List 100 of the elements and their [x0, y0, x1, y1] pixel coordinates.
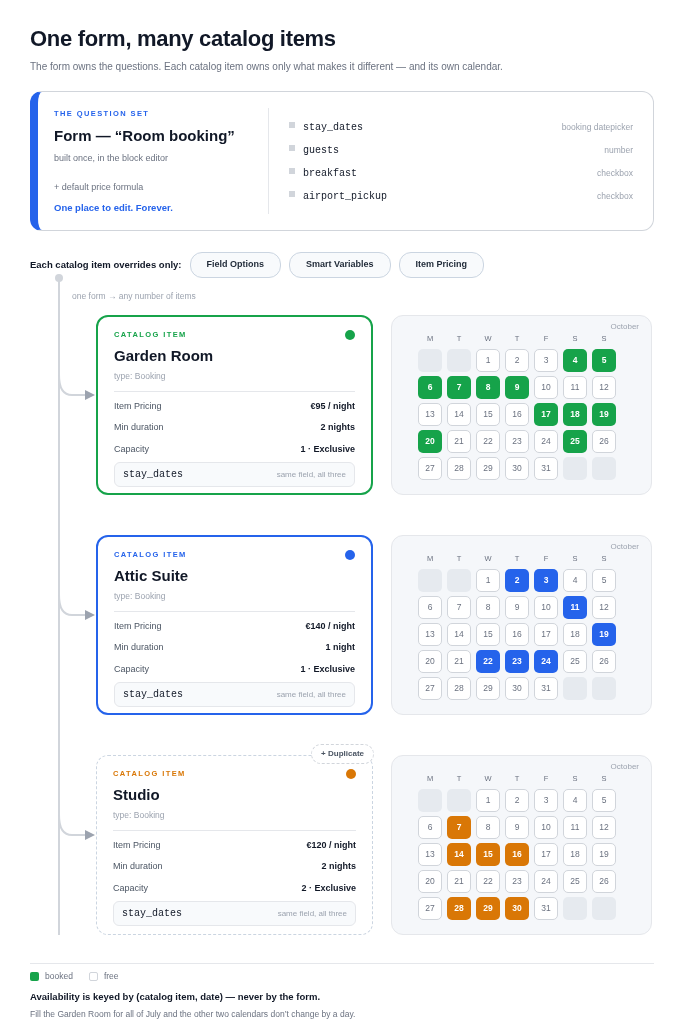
property-label: Min duration — [114, 641, 164, 655]
calendar-day[interactable]: 22 — [476, 650, 500, 674]
calendar-day[interactable]: 22 — [476, 430, 500, 454]
calendar-day[interactable]: 6 — [418, 596, 442, 620]
calendar-day[interactable]: 5 — [592, 349, 616, 373]
calendar-day[interactable]: 2 — [505, 349, 529, 373]
calendar-day[interactable]: 27 — [418, 677, 442, 701]
property-value: 2 nights — [320, 421, 355, 435]
calendar-day[interactable]: 17 — [534, 623, 558, 647]
calendar-day[interactable]: 13 — [418, 843, 442, 867]
calendar-day[interactable]: 20 — [418, 650, 442, 674]
calendar-day[interactable]: 27 — [418, 897, 442, 921]
calendar-day[interactable]: 1 — [476, 789, 500, 813]
calendar-day[interactable]: 9 — [505, 376, 529, 400]
calendar-day[interactable]: 7 — [447, 816, 471, 840]
calendar-day[interactable]: 16 — [505, 843, 529, 867]
calendar-day[interactable]: 20 — [418, 870, 442, 894]
calendar-day[interactable]: 14 — [447, 403, 471, 427]
calendar-day[interactable]: 11 — [563, 596, 587, 620]
calendar-day[interactable]: 29 — [476, 897, 500, 921]
calendar-day[interactable]: 1 — [476, 569, 500, 593]
calendar-day[interactable]: 30 — [505, 897, 529, 921]
calendar-day[interactable]: 29 — [476, 457, 500, 481]
calendar-day[interactable]: 17 — [534, 403, 558, 427]
calendar-day[interactable]: 31 — [534, 457, 558, 481]
calendar-day[interactable]: 20 — [418, 430, 442, 454]
calendar-day[interactable]: 25 — [563, 650, 587, 674]
calendar-day[interactable]: 15 — [476, 403, 500, 427]
calendar-day[interactable]: 13 — [418, 623, 442, 647]
calendar-day[interactable]: 31 — [534, 677, 558, 701]
calendar-day[interactable]: 7 — [447, 376, 471, 400]
calendar-day[interactable]: 18 — [563, 623, 587, 647]
calendar-day[interactable]: 28 — [447, 677, 471, 701]
calendar-day[interactable]: 3 — [534, 789, 558, 813]
calendar-day[interactable]: 26 — [592, 430, 616, 454]
calendar-day[interactable]: 21 — [447, 430, 471, 454]
calendar-day[interactable]: 9 — [505, 816, 529, 840]
calendar-day[interactable]: 30 — [505, 677, 529, 701]
calendar-day[interactable]: 13 — [418, 403, 442, 427]
calendar-day[interactable]: 16 — [505, 403, 529, 427]
calendar-day[interactable]: 16 — [505, 623, 529, 647]
calendar-day[interactable]: 2 — [505, 789, 529, 813]
calendar-day[interactable]: 18 — [563, 843, 587, 867]
calendar-day[interactable]: 19 — [592, 623, 616, 647]
calendar-day[interactable]: 24 — [534, 430, 558, 454]
calendar-day[interactable]: 26 — [592, 650, 616, 674]
calendar-day[interactable]: 9 — [505, 596, 529, 620]
calendar-day[interactable]: 23 — [505, 430, 529, 454]
calendar-day[interactable]: 6 — [418, 816, 442, 840]
calendar-day[interactable]: 8 — [476, 816, 500, 840]
calendar-day[interactable]: 6 — [418, 376, 442, 400]
calendar-day[interactable]: 24 — [534, 870, 558, 894]
item-type: type: Booking — [114, 370, 355, 392]
calendar-day[interactable]: 22 — [476, 870, 500, 894]
property-value: 2 · Exclusive — [301, 881, 356, 895]
calendar-day[interactable]: 1 — [476, 349, 500, 373]
calendar-day[interactable]: 17 — [534, 843, 558, 867]
calendar-day[interactable]: 3 — [534, 569, 558, 593]
calendar-day[interactable]: 4 — [563, 569, 587, 593]
calendar-day[interactable]: 18 — [563, 403, 587, 427]
calendar-day[interactable]: 29 — [476, 677, 500, 701]
calendar-day[interactable]: 27 — [418, 457, 442, 481]
calendar-day[interactable]: 24 — [534, 650, 558, 674]
calendar-day[interactable]: 28 — [447, 897, 471, 921]
calendar-day[interactable]: 21 — [447, 870, 471, 894]
calendar-day[interactable]: 14 — [447, 843, 471, 867]
calendar-day[interactable]: 11 — [563, 376, 587, 400]
calendar-day[interactable]: 8 — [476, 376, 500, 400]
calendar-day[interactable]: 4 — [563, 789, 587, 813]
calendar-day[interactable]: 21 — [447, 650, 471, 674]
calendar-day[interactable]: 23 — [505, 650, 529, 674]
duplicate-button[interactable]: + Duplicate — [311, 744, 374, 765]
calendar-day[interactable]: 26 — [592, 870, 616, 894]
calendar-day[interactable]: 19 — [592, 843, 616, 867]
calendar-day[interactable]: 5 — [592, 789, 616, 813]
calendar-day[interactable]: 10 — [534, 816, 558, 840]
calendar-day[interactable]: 31 — [534, 897, 558, 921]
calendar-day[interactable]: 12 — [592, 376, 616, 400]
calendar-day[interactable]: 28 — [447, 457, 471, 481]
calendar-day[interactable]: 5 — [592, 569, 616, 593]
calendar-day[interactable]: 19 — [592, 403, 616, 427]
calendar-day[interactable]: 10 — [534, 376, 558, 400]
calendar-day[interactable]: 23 — [505, 870, 529, 894]
calendar-day[interactable]: 2 — [505, 569, 529, 593]
calendar-day[interactable]: 30 — [505, 457, 529, 481]
calendar-day[interactable]: 10 — [534, 596, 558, 620]
calendar-day[interactable]: 11 — [563, 816, 587, 840]
calendar-day[interactable]: 7 — [447, 596, 471, 620]
calendar-day[interactable]: 3 — [534, 349, 558, 373]
calendar-day[interactable]: 14 — [447, 623, 471, 647]
calendar-day[interactable]: 25 — [563, 430, 587, 454]
calendar-day[interactable]: 15 — [476, 843, 500, 867]
calendar-day[interactable]: 12 — [592, 816, 616, 840]
calendar-day[interactable]: 8 — [476, 596, 500, 620]
calendar-day[interactable]: 12 — [592, 596, 616, 620]
field-name: guests — [303, 144, 339, 158]
calendar-day[interactable]: 25 — [563, 870, 587, 894]
property-label: Capacity — [113, 881, 148, 895]
calendar-day[interactable]: 15 — [476, 623, 500, 647]
calendar-day[interactable]: 4 — [563, 349, 587, 373]
